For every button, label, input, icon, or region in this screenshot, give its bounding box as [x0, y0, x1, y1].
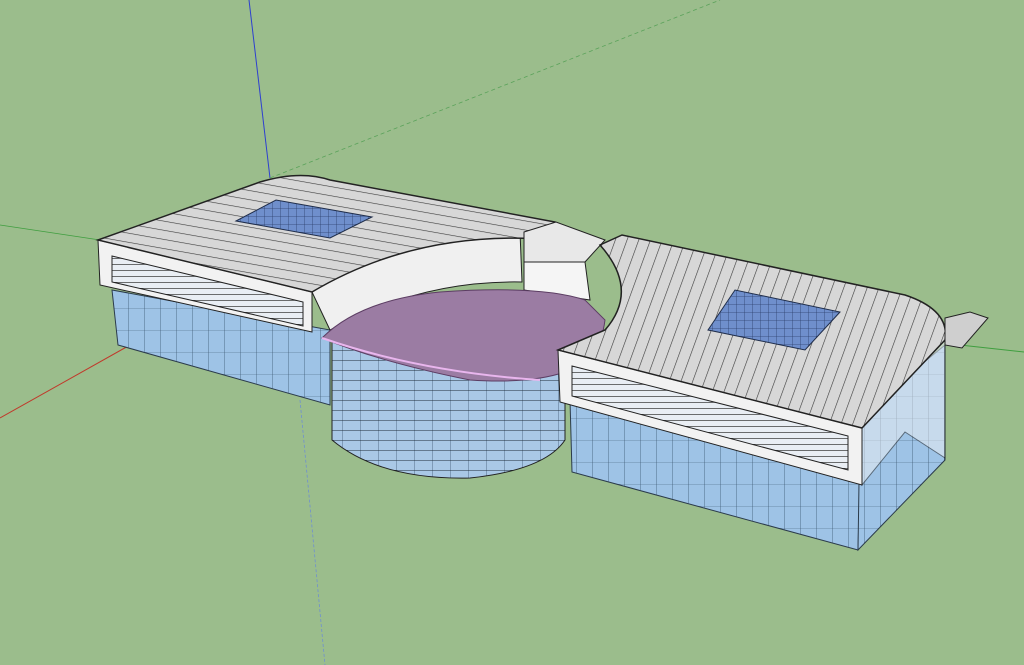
- blue-axis: [248, 0, 271, 179]
- blue-axis-below: [299, 399, 326, 665]
- right-building[interactable]: [555, 234, 989, 552]
- connector-block: [523, 221, 606, 301]
- modeling-viewport[interactable]: [0, 0, 1024, 665]
- green-axis-left: [0, 224, 101, 241]
- red-axis: [0, 344, 131, 419]
- scene-svg[interactable]: [0, 0, 1024, 665]
- green-axis: [269, 0, 721, 179]
- green-axis-right: [959, 344, 1024, 353]
- right-canopy: [944, 311, 989, 349]
